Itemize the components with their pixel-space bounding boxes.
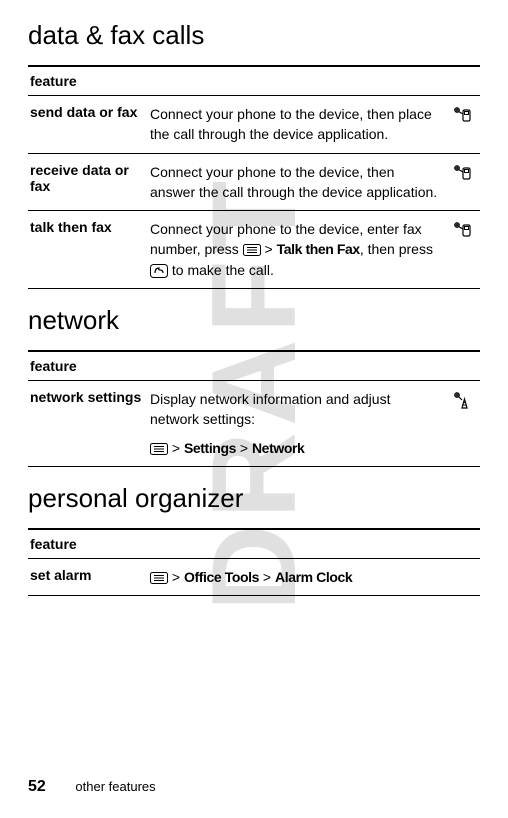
feature-icon-cell	[446, 153, 480, 211]
feature-description: Connect your phone to the device, enter …	[148, 211, 446, 289]
menu-key-icon	[150, 572, 168, 584]
table-row: receive data or faxConnect your phone to…	[28, 153, 480, 211]
feature-description: Connect your phone to the device, then a…	[148, 153, 446, 211]
feature-icon-cell	[446, 211, 480, 289]
table-row: talk then faxConnect your phone to the d…	[28, 211, 480, 289]
data-connect-icon	[451, 162, 473, 182]
menu-key-icon	[243, 244, 261, 256]
feature-description: Display network information and adjust n…	[148, 381, 446, 467]
data-connect-icon	[451, 219, 473, 239]
feature-icon-cell	[446, 96, 480, 154]
table-row: network settingsDisplay network informat…	[28, 381, 480, 467]
table-header: feature	[28, 66, 480, 96]
table-row: set alarm > Office Tools > Alarm Clock	[28, 558, 480, 595]
section-heading: network	[28, 305, 480, 336]
feature-label: receive data or fax	[28, 153, 148, 211]
feature-icon-cell	[446, 381, 480, 467]
feature-table: featureset alarm > Office Tools > Alarm …	[28, 528, 480, 596]
feature-label: set alarm	[28, 558, 148, 595]
table-header: feature	[28, 529, 480, 559]
send-key-icon	[150, 264, 168, 278]
feature-description: > Office Tools > Alarm Clock	[148, 558, 446, 595]
data-connect-icon	[451, 104, 473, 124]
table-header: feature	[28, 351, 480, 381]
footer-section: other features	[75, 779, 155, 794]
page-footer: 52 other features	[28, 778, 156, 796]
feature-label: network settings	[28, 381, 148, 467]
table-row: send data or faxConnect your phone to th…	[28, 96, 480, 154]
section-heading: data & fax calls	[28, 20, 480, 51]
feature-table: featuresend data or faxConnect your phon…	[28, 65, 480, 289]
feature-table: featurenetwork settingsDisplay network i…	[28, 350, 480, 467]
page-number: 52	[28, 778, 46, 795]
menu-key-icon	[150, 443, 168, 455]
section-heading: personal organizer	[28, 483, 480, 514]
feature-label: talk then fax	[28, 211, 148, 289]
feature-label: send data or fax	[28, 96, 148, 154]
feature-description: Connect your phone to the device, then p…	[148, 96, 446, 154]
network-icon	[451, 389, 473, 411]
feature-icon-cell	[446, 558, 480, 595]
